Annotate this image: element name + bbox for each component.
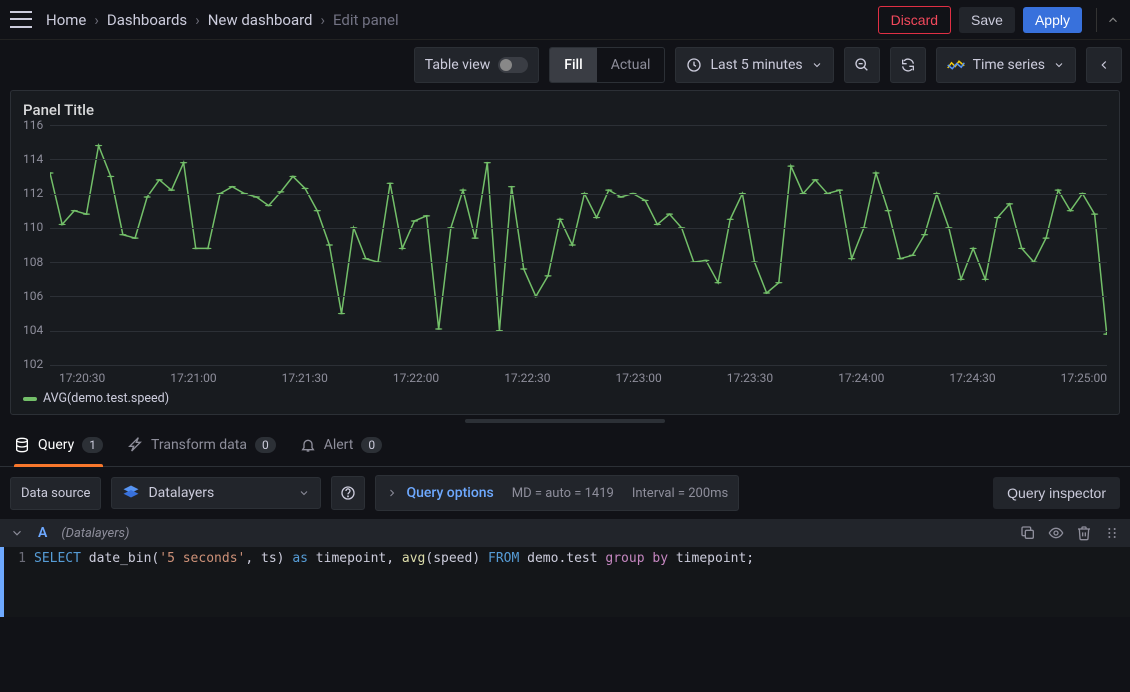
table-view-label: Table view (425, 57, 491, 73)
query-controls-row: Data source Datalayers Query options MD … (0, 467, 1130, 519)
chevron-right-icon: › (195, 11, 200, 29)
zoom-out-button[interactable] (844, 47, 880, 83)
chevron-down-icon (811, 59, 823, 71)
chevron-left-icon (1097, 58, 1111, 72)
viz-type-label: Time series (973, 57, 1045, 73)
zoom-out-icon (854, 57, 870, 73)
crumb-dashboards[interactable]: Dashboards (107, 11, 187, 29)
tab-transform[interactable]: Transform data 0 (127, 423, 276, 466)
toggle-query-visibility-button[interactable] (1048, 525, 1064, 541)
chart-plot[interactable] (49, 125, 1107, 365)
refresh-button[interactable] (890, 47, 926, 83)
actual-option[interactable]: Actual (597, 48, 665, 82)
tab-alert-badge: 0 (361, 437, 382, 453)
sql-code[interactable]: SELECT date_bin('5 seconds', ts) as time… (34, 547, 762, 617)
legend-label: AVG(demo.test.speed) (43, 391, 169, 406)
query-inspector-button[interactable]: Query inspector (993, 477, 1120, 509)
tab-query-label: Query (38, 437, 74, 453)
data-source-name: Datalayers (148, 485, 214, 501)
chevron-down-icon (1053, 59, 1065, 71)
grip-icon (1104, 525, 1120, 541)
tab-transform-badge: 0 (255, 437, 276, 453)
transform-icon (127, 437, 143, 453)
chevron-right-icon: › (321, 11, 326, 29)
discard-button[interactable]: Discard (878, 6, 951, 34)
tab-query-badge: 1 (82, 437, 103, 453)
fill-actual-segmented: Fill Actual (549, 47, 665, 83)
chevron-down-icon (298, 487, 310, 499)
query-options[interactable]: Query options MD = auto = 1419 Interval … (375, 475, 739, 511)
query-ref-id[interactable]: A (38, 525, 47, 541)
sql-editor[interactable]: 1 SELECT date_bin('5 seconds', ts) as ti… (0, 547, 1130, 617)
drag-query-handle[interactable] (1104, 525, 1120, 541)
tab-alert-label: Alert (324, 437, 354, 453)
tab-transform-label: Transform data (151, 437, 247, 453)
legend[interactable]: AVG(demo.test.speed) (23, 391, 1107, 406)
chevron-right-icon (386, 487, 398, 499)
fill-option[interactable]: Fill (550, 48, 596, 82)
data-source-help-button[interactable] (331, 476, 365, 510)
tab-query[interactable]: Query 1 (14, 423, 103, 466)
data-source-select[interactable]: Datalayers (111, 477, 321, 509)
crumb-home[interactable]: Home (46, 11, 86, 29)
x-axis: 17:20:3017:21:0017:21:3017:22:0017:22:30… (59, 371, 1107, 385)
query-options-md: MD = auto = 1419 (512, 486, 614, 501)
line-number: 1 (4, 547, 34, 617)
time-range-label: Last 5 minutes (710, 57, 802, 73)
y-axis: 116114112110108106104102 (23, 125, 49, 365)
time-range-picker[interactable]: Last 5 minutes (675, 47, 833, 83)
copy-icon (1020, 525, 1036, 541)
legend-swatch (23, 397, 37, 401)
data-source-label: Data source (10, 477, 101, 510)
crumb-edit-panel: Edit panel (333, 11, 399, 29)
query-options-interval: Interval = 200ms (632, 486, 728, 501)
clock-icon (686, 57, 702, 73)
question-icon (340, 485, 356, 501)
trash-icon (1076, 525, 1092, 541)
datalayers-logo-icon (122, 484, 140, 502)
save-button[interactable]: Save (959, 7, 1015, 33)
tab-alert[interactable]: Alert 0 (300, 423, 382, 466)
timeseries-icon (947, 58, 965, 72)
delete-query-button[interactable] (1076, 525, 1092, 541)
crumb-new-dashboard[interactable]: New dashboard (208, 11, 313, 29)
bell-icon (300, 437, 316, 453)
editor-tabs: Query 1 Transform data 0 Alert 0 (0, 423, 1130, 467)
chart-area[interactable]: 116114112110108106104102 (23, 125, 1107, 365)
copy-query-button[interactable] (1020, 525, 1036, 541)
apply-button[interactable]: Apply (1023, 7, 1082, 33)
chevron-right-icon: › (94, 11, 99, 29)
refresh-icon (900, 57, 916, 73)
panel: Panel Title 116114112110108106104102 17:… (10, 90, 1120, 415)
database-icon (14, 437, 30, 453)
viz-type-picker[interactable]: Time series (936, 47, 1076, 83)
query-row-header[interactable]: A (Datalayers) (0, 519, 1130, 547)
eye-icon (1048, 525, 1064, 541)
panel-title[interactable]: Panel Title (23, 101, 1107, 119)
query-datasource-name: (Datalayers) (61, 526, 129, 541)
chevron-down-icon[interactable] (10, 526, 24, 540)
breadcrumb: Home › Dashboards › New dashboard › Edit… (46, 11, 399, 29)
resize-handle[interactable] (0, 415, 1130, 423)
table-view-toggle[interactable]: Table view (414, 47, 540, 83)
menu-icon[interactable] (10, 9, 32, 31)
expand-options-button[interactable] (1086, 47, 1122, 83)
query-options-label: Query options (406, 485, 493, 501)
chevron-up-icon[interactable] (1096, 8, 1120, 32)
switch-icon[interactable] (498, 57, 528, 73)
